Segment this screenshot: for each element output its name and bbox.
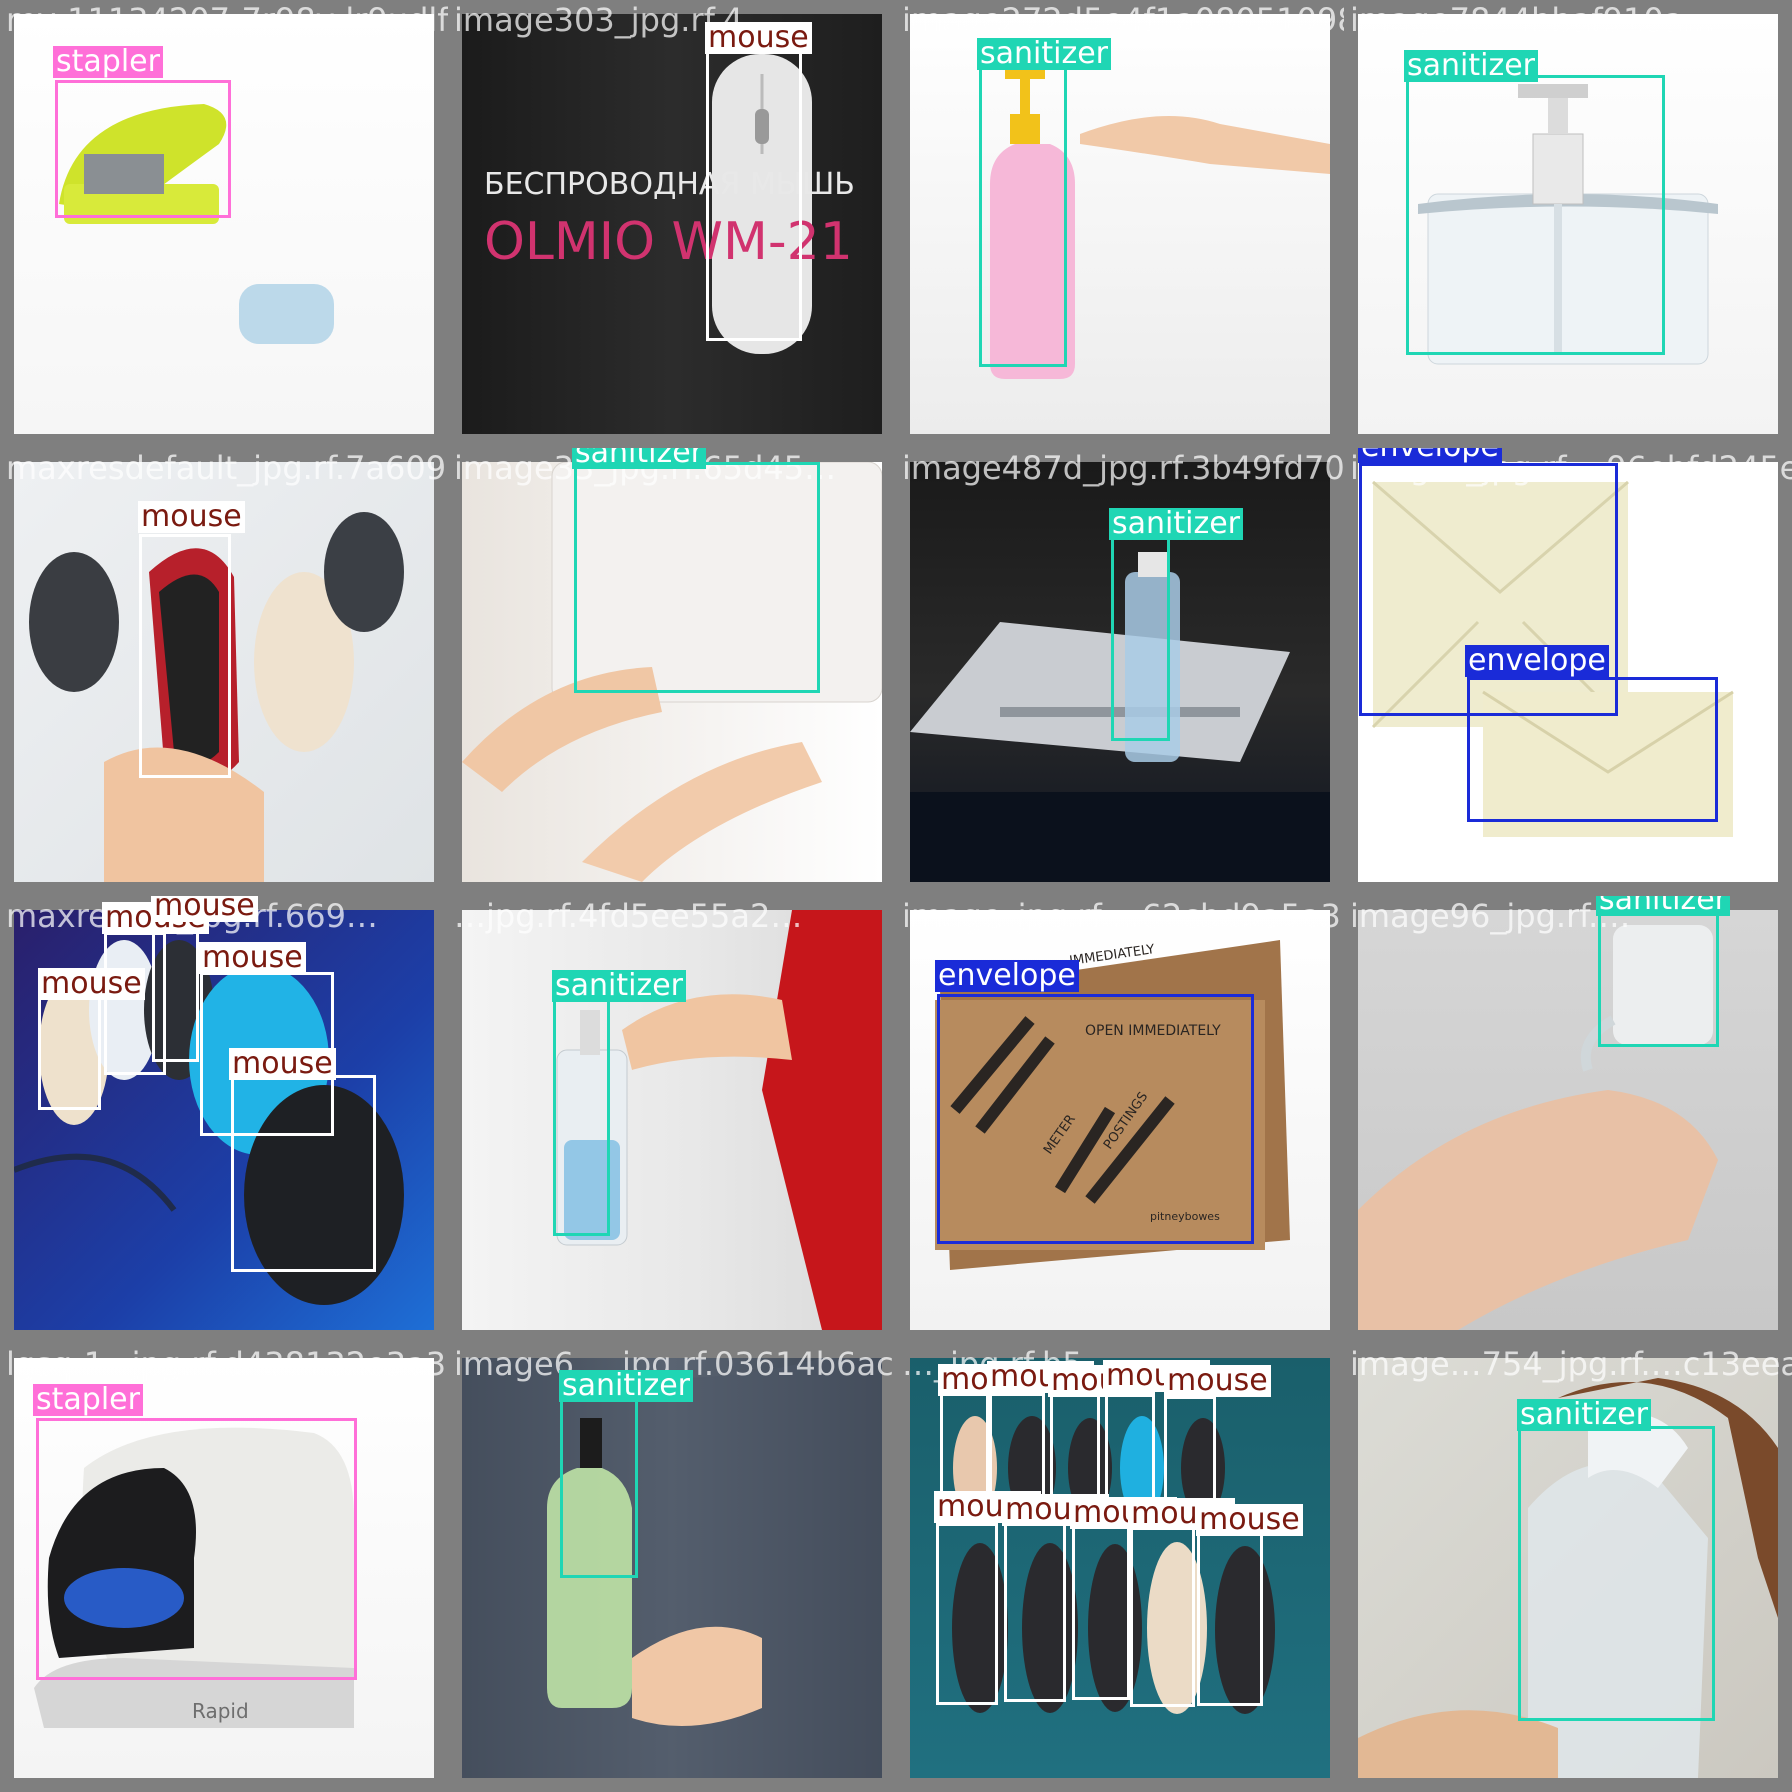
image-tile[interactable]: my-11134207-7r98v-lr9udlfvmyaq00_jpg.rf.… [0,0,448,448]
mouse-bounding-box[interactable] [231,1075,376,1272]
pump-bottle-icon [462,1358,882,1778]
mouse-label-tag: mouse [199,942,306,974]
image-tile[interactable]: OPEN IMMEDIATELY IMMEDIATELY METER POSTI… [896,896,1344,1344]
mouse-bounding-box[interactable] [706,45,802,341]
sanitizer-bounding-box[interactable] [560,1398,638,1578]
sanitizer-bounding-box[interactable] [979,67,1067,367]
mouse-bounding-box[interactable] [989,1390,1045,1500]
svg-text:IMMEDIATELY: IMMEDIATELY [1068,942,1155,969]
tile-photo: БЕСПРОВОДНАЯ МЫШЬ OLMIO WM-21 [462,14,882,434]
tile-photo [462,1358,882,1778]
sanitizer-label-tag: sanitizer [977,38,1111,70]
detection-mosaic: my-11134207-7r98v-lr9udlfvmyaq00_jpg.rf.… [0,0,1792,1792]
image-tile[interactable]: image96_jpg.rf.… sanitizer [1344,896,1792,1344]
mouse-bounding-box[interactable] [139,534,231,778]
mouse-bounding-box[interactable] [1164,1396,1216,1504]
image-tile[interactable]: maxresdefault_jpg.rf.7a609b3c…mouse [0,448,448,896]
mouse-label-tag: mouse [1196,1504,1303,1536]
sanitizer-label-tag: sanitizer [1517,1399,1651,1431]
mouse-bounding-box[interactable] [1105,1390,1155,1500]
image-tile[interactable]: image272d5e4f1a08051098c1…sanitizer [896,0,1344,448]
mouse-bounding-box[interactable] [1050,1394,1100,1502]
mouse-bounding-box[interactable] [38,996,101,1110]
sanitizer-label-tag: sanitizer [1109,508,1243,540]
mouse-icon: БЕСПРОВОДНАЯ МЫШЬ OLMIO WM-21 [484,54,855,354]
sanitizer-bounding-box[interactable] [1406,75,1665,355]
sanitizer-label-tag: sanitizer [1404,50,1538,82]
stapler-label-tag: stapler [53,46,163,78]
image-tile[interactable]: images_jpg.rf.…96ebfd245ec557envelopeenv… [1344,448,1792,896]
mouse-bounding-box[interactable] [1072,1524,1130,1700]
tile-photo [910,14,1330,434]
sanitizer-label-tag: sanitizer [559,1370,693,1402]
mouse-label-tag: mouse [151,896,258,922]
mouse-bounding-box[interactable] [152,920,199,1062]
sanitizer-bounding-box[interactable] [1111,536,1170,741]
image-tile[interactable]: БЕСПРОВОДНАЯ МЫШЬ OLMIO WM-21 image303_j… [448,0,896,448]
envelope-bounding-box[interactable] [937,994,1254,1244]
mouse-label-tag: mouse [229,1048,336,1080]
mouse-label-tag: mouse [705,22,812,54]
stapler-label-tag: stapler [33,1384,143,1416]
mouse-bounding-box[interactable] [1130,1523,1195,1707]
mouse-label-tag: mouse [38,968,145,1000]
envelope-bounding-box[interactable] [1467,677,1718,822]
sanitizer-bounding-box[interactable] [1518,1426,1715,1721]
image-tile[interactable]: Rapid lgsq-1-_jpg.rf.d438132e3a39…staple… [0,1344,448,1792]
image-tile[interactable]: image6…_jpg.rf.03614b6ac1…sanitizer [448,1344,896,1792]
image-tile[interactable]: …_jpg.rf.b5…mousemousemousemousemousemou… [896,1344,1344,1792]
sanitizer-bounding-box[interactable] [553,996,610,1236]
sanitizer-label-tag: sanitizer [1596,896,1730,916]
sanitizer-label-tag: sanitizer [552,970,686,1002]
mouse-bounding-box[interactable] [936,1523,998,1705]
stapler-bounding-box[interactable] [36,1418,357,1680]
envelope-label-tag: envelope [935,960,1079,992]
mouse-label-tag: mouse [138,501,245,533]
stapler-bounding-box[interactable] [55,80,231,218]
envelope-label-tag: envelope [1465,645,1609,677]
image-tile[interactable]: maxres…8_jpg.rf.669…mousemousemousemouse… [0,896,448,1344]
sanitizer-bounding-box[interactable] [574,462,820,693]
mouse-bounding-box[interactable] [1197,1530,1263,1706]
image-tile[interactable]: …jpg.rf.4fd5ee55a2… sanitizer [448,896,896,1344]
image-tile[interactable]: image…754_jpg.rf.…c13eeac2e5sanitizer [1344,1344,1792,1792]
svg-text:Rapid: Rapid [192,1699,249,1723]
image-tile[interactable]: image487d_jpg.rf.3b49fd708d82…sanitizer [896,448,1344,896]
image-tile[interactable]: image7844bbaf910a… sanitizer [1344,0,1792,448]
image-tile[interactable]: image33_jpg.rf.65d45…sanitizer [448,448,896,896]
mouse-label-tag: mouse [1164,1365,1271,1397]
sanitizer-bounding-box[interactable] [1598,912,1719,1047]
mouse-bounding-box[interactable] [1004,1522,1066,1702]
sanitizer-label-tag: sanitizer [572,448,706,469]
envelope-label-tag: envelope [1358,448,1502,463]
pump-bottle-icon [990,69,1330,379]
